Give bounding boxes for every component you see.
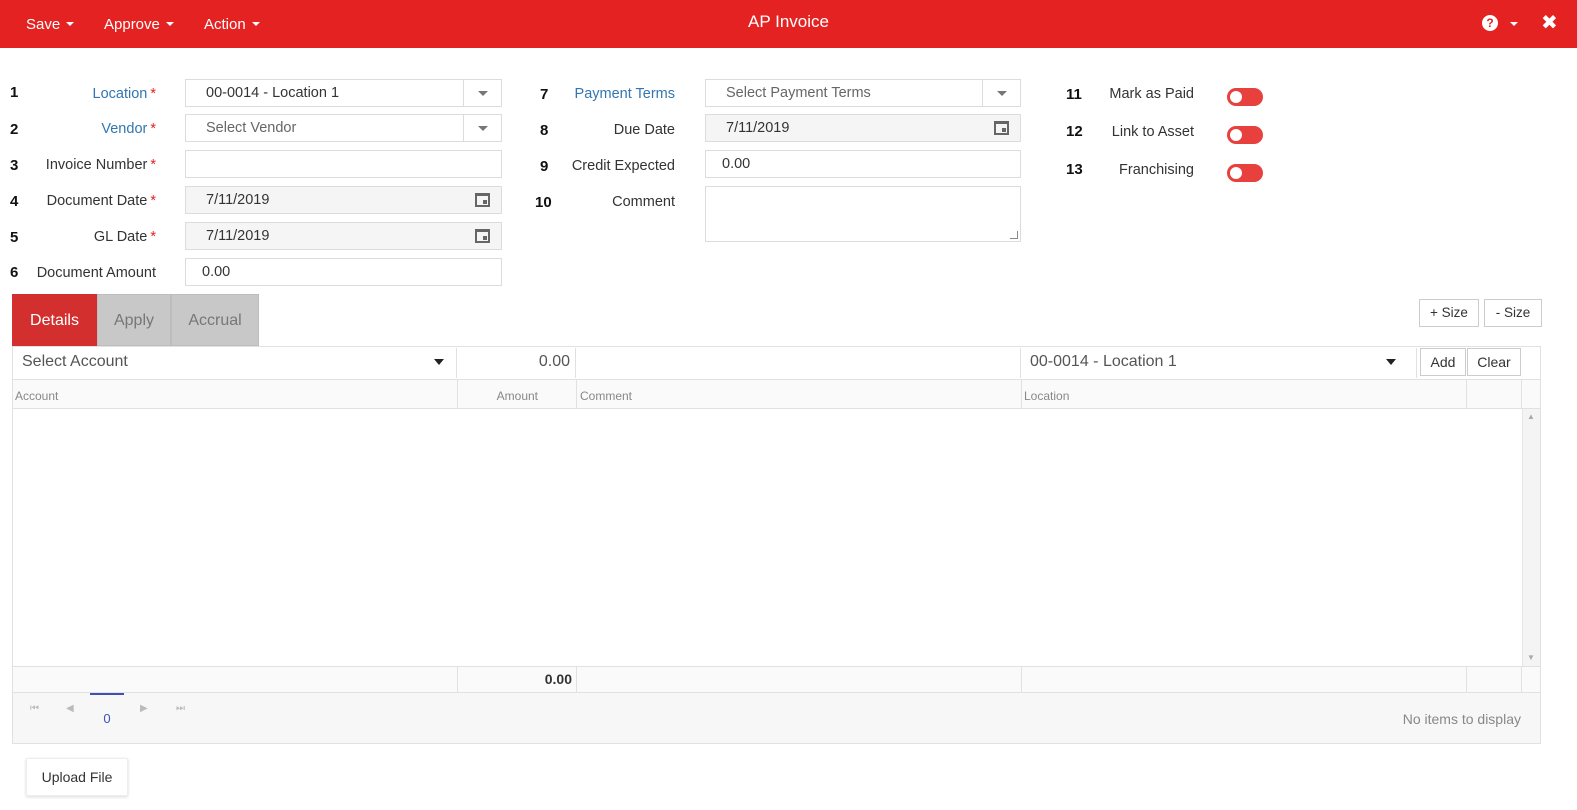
line-location-value: 00-0014 - Location 1 [1030,353,1177,370]
column-divider [1466,379,1467,409]
account-placeholder: Select Account [22,353,128,370]
column-header-amount[interactable]: Amount [458,389,538,403]
document-amount-input[interactable]: 0.00 [185,258,502,286]
mark-as-paid-label: Mark as Paid [1109,86,1194,102]
first-page-icon[interactable]: ⏮ [30,703,39,714]
field-number: 2 [10,121,19,138]
column-divider [576,379,577,409]
credit-expected-label: Credit Expected [571,158,675,174]
field-number: 6 [10,264,19,281]
field-number: 11 [1066,86,1082,103]
column-divider [1521,666,1522,693]
due-date-value: 7/11/2019 [726,120,790,136]
invoice-number-label: Invoice Number * [45,157,156,173]
franchising-toggle[interactable] [1227,164,1263,182]
document-date-label: Document Date * [46,193,156,209]
current-page-number[interactable]: 0 [90,711,124,726]
current-page-indicator [90,693,124,695]
location-select[interactable]: 00-0014 - Location 1 [185,79,502,107]
decrease-size-button[interactable]: - Size [1484,299,1542,327]
gl-date-value: 7/11/2019 [206,228,270,244]
column-divider [457,379,458,409]
column-header-account[interactable]: Account [15,389,58,403]
comment-label: Comment [612,194,675,210]
field-number: 9 [540,158,549,175]
pager-info: No items to display [1402,711,1521,727]
dropdown-arrow-icon[interactable] [1386,359,1396,365]
dropdown-arrow-icon[interactable] [463,80,501,106]
gl-date-input[interactable]: 7/11/2019 [185,222,502,250]
column-divider [1021,379,1022,409]
field-number: 5 [10,229,19,246]
calendar-icon[interactable] [475,229,490,243]
line-location-select[interactable]: 00-0014 - Location 1 [1022,348,1417,378]
column-divider [1466,666,1467,693]
tab-apply[interactable]: Apply [97,294,171,346]
grid-totals-row [13,666,1540,693]
franchising-label: Franchising [1119,162,1194,178]
comment-textarea[interactable] [705,186,1021,242]
help-icon[interactable]: ? [1482,15,1498,31]
dropdown-arrow-icon[interactable] [463,115,501,141]
last-page-icon[interactable]: ⏭ [176,703,185,714]
upload-file-button[interactable]: Upload File [26,758,128,796]
field-number: 1 [10,84,19,101]
due-date-label: Due Date [613,122,675,138]
field-number: 7 [540,86,549,103]
vendor-select[interactable]: Select Vendor [185,114,502,142]
gl-date-label: GL Date * [93,229,156,245]
field-number: 4 [10,193,19,210]
calendar-icon[interactable] [475,193,490,207]
vendor-placeholder: Select Vendor [206,120,297,136]
top-bar: Save Approve Action AP Invoice ? ✖ [0,0,1577,48]
tab-details[interactable]: Details [12,294,97,346]
help-caret-icon[interactable] [1510,22,1518,26]
field-number: 8 [540,122,549,139]
amount-input[interactable]: 0.00 [458,348,576,378]
column-divider [1021,666,1022,693]
account-select[interactable]: Select Account [13,348,457,378]
page-title: AP Invoice [748,12,829,31]
field-number: 12 [1066,123,1083,140]
document-date-value: 7/11/2019 [206,192,270,208]
field-number: 13 [1066,161,1083,178]
grid-header [13,379,1540,409]
link-to-asset-toggle[interactable] [1227,126,1263,144]
add-button[interactable]: Add [1420,348,1466,376]
scroll-up-icon[interactable]: ▲ [1527,412,1535,421]
due-date-input[interactable]: 7/11/2019 [705,114,1021,142]
column-header-location[interactable]: Location [1024,389,1069,403]
clear-button[interactable]: Clear [1467,348,1521,376]
vendor-label[interactable]: Vendor * [20,121,156,137]
comment-input[interactable] [577,348,1021,378]
grid-scrollbar[interactable]: ▲ ▼ [1522,409,1540,666]
payment-terms-select[interactable]: Select Payment Terms [705,79,1021,107]
increase-size-button[interactable]: + Size [1419,299,1479,327]
location-value: 00-0014 - Location 1 [206,85,340,101]
column-divider [1521,379,1522,409]
mark-as-paid-toggle[interactable] [1227,88,1263,106]
scroll-down-icon[interactable]: ▼ [1527,653,1535,662]
next-page-icon[interactable]: ▶ [140,703,148,714]
previous-page-icon[interactable]: ◀ [66,703,74,714]
calendar-icon[interactable] [994,121,1009,135]
document-date-input[interactable]: 7/11/2019 [185,186,502,214]
column-divider [576,666,577,693]
column-header-comment[interactable]: Comment [580,389,632,403]
field-number: 3 [10,157,19,174]
invoice-number-input[interactable] [185,150,502,178]
close-icon[interactable]: ✖ [1541,10,1558,35]
field-number: 10 [535,194,552,211]
payment-terms-label[interactable]: Payment Terms [555,86,675,102]
link-to-asset-label: Link to Asset [1111,124,1194,140]
location-label[interactable]: Location * [20,86,156,102]
credit-expected-input[interactable]: 0.00 [705,150,1021,178]
payment-terms-placeholder: Select Payment Terms [726,85,871,101]
dropdown-arrow-icon[interactable] [434,359,444,365]
amount-total: 0.00 [544,671,572,687]
document-amount-label: Document Amount [36,265,156,281]
dropdown-arrow-icon[interactable] [982,80,1020,106]
tab-accrual[interactable]: Accrual [171,294,259,346]
